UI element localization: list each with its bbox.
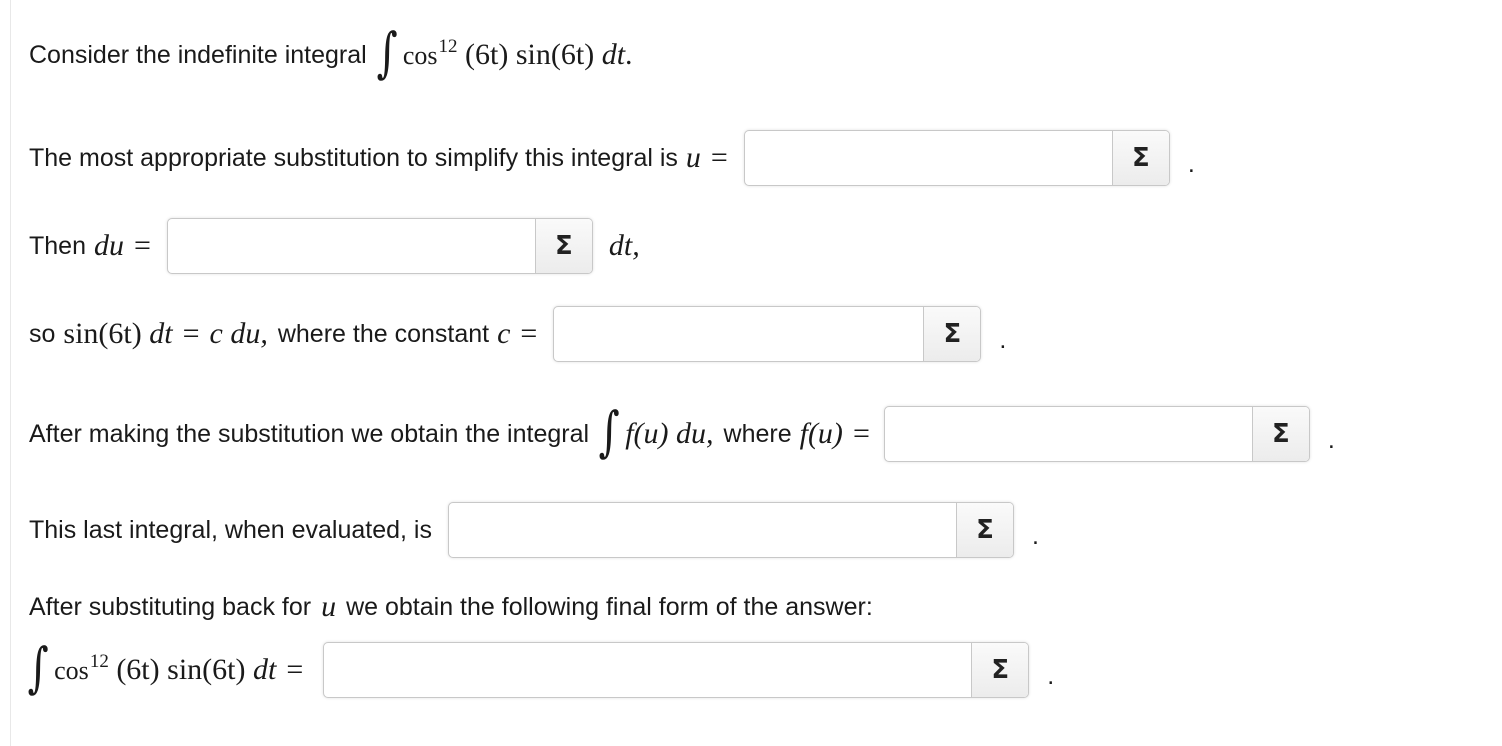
du-input[interactable]: [167, 219, 535, 273]
c-answer-field: Σ: [553, 306, 982, 362]
fu-integral-expression: f(u) du,: [625, 417, 714, 450]
final-answer-field: Σ: [323, 642, 1030, 698]
f-of-u-row: After making the substitution we obtain …: [29, 400, 1335, 463]
integral-expression: cos12 (6t) sin(6t) dt.: [402, 36, 633, 71]
substitution-text: The most appropriate substitution to sim…: [29, 143, 678, 172]
fu-input[interactable]: [884, 407, 1252, 461]
fu-variable: f(u) =: [799, 417, 870, 450]
left-border: [10, 0, 11, 746]
du-answer-field: Σ: [166, 218, 593, 274]
u-answer-field: Σ: [743, 130, 1170, 186]
substitution-row: The most appropriate substitution to sim…: [29, 130, 1195, 186]
final-integral-expression: cos12 (6t) sin(6t) dt =: [54, 651, 304, 686]
final-answer-row: ∫ cos12 (6t) sin(6t) dt = Σ .: [27, 636, 1055, 699]
sigma-button[interactable]: Σ: [1251, 407, 1309, 461]
then-text: Then: [29, 231, 86, 260]
c-input[interactable]: [554, 307, 924, 361]
u-input[interactable]: [744, 131, 1112, 185]
final-answer-intro: After substituting back for u we obtain …: [29, 590, 873, 623]
evaluated-answer-field: Σ: [448, 502, 1014, 558]
integral-sign: ∫: [376, 21, 398, 84]
sin-expression: sin(6t) dt = c du,: [63, 317, 268, 350]
sigma-button[interactable]: Σ: [971, 643, 1029, 697]
integral-sign: ∫: [27, 636, 49, 699]
constant-row: so sin(6t) dt = c du, where the constant c…: [29, 306, 1006, 362]
du-variable: du =: [93, 229, 151, 262]
sigma-button[interactable]: Σ: [923, 307, 981, 361]
sigma-button[interactable]: Σ: [534, 219, 592, 273]
du-row: Then du = Σ dt,: [29, 218, 640, 274]
evaluated-row: This last integral, when evaluated, is Σ…: [29, 502, 1039, 558]
final-input[interactable]: [324, 643, 972, 697]
sigma-button[interactable]: Σ: [1111, 131, 1169, 185]
dt-suffix: dt,: [608, 229, 640, 262]
question-intro: Consider the indefinite integral ∫ cos12…: [29, 21, 633, 84]
integral-sign: ∫: [598, 400, 620, 463]
fu-answer-field: Σ: [883, 406, 1310, 462]
sigma-button[interactable]: Σ: [956, 503, 1013, 557]
u-variable: u =: [685, 141, 728, 174]
evaluated-input[interactable]: [449, 503, 956, 557]
c-variable: c =: [497, 317, 538, 350]
intro-text: Consider the indefinite integral: [29, 40, 367, 69]
